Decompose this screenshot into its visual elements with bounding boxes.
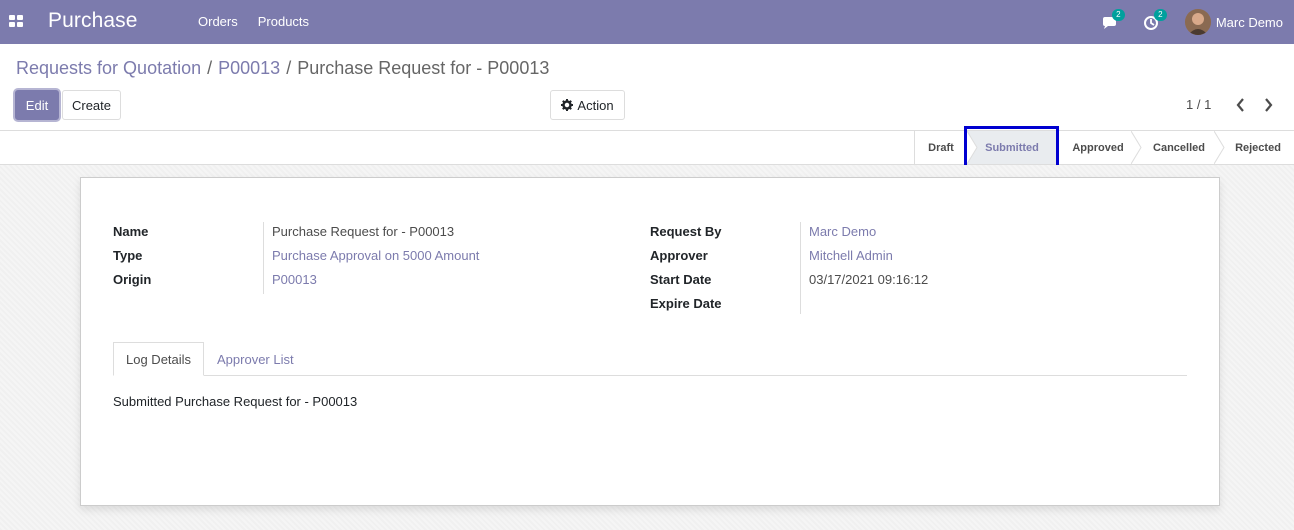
form-sheet: Name Type Origin Purchase Request for - … [80,177,1220,506]
stage-arrow [1214,131,1225,164]
activities-menu[interactable]: 2 [1143,9,1167,32]
chevron-left-icon [1236,98,1244,112]
stage-cancelled[interactable]: Cancelled [1139,131,1219,164]
request-by-label: Request By [650,224,722,239]
start-date-label: Start Date [650,272,712,287]
activities-badge: 2 [1153,9,1167,21]
breadcrumb-separator: / [286,58,292,78]
messages-menu[interactable]: 2 [1101,9,1125,32]
action-button[interactable]: Action [550,90,625,120]
stage-rejected[interactable]: Rejected [1222,131,1294,164]
tab-log-details[interactable]: Log Details [113,342,205,376]
breadcrumb: Requests for Quotation / P00013 / Purcha… [16,58,549,79]
origin-value[interactable]: P00013 [272,272,317,287]
stage-arrow [1131,131,1142,164]
pager-next-button[interactable] [1261,96,1277,114]
request-by-value[interactable]: Marc Demo [809,224,876,239]
create-button[interactable]: Create [62,90,121,120]
avatar [1184,9,1211,35]
stage-approved[interactable]: Approved [1059,131,1137,164]
log-details-content: Submitted Purchase Request for - P00013 [113,394,358,409]
pager-value[interactable]: 1 / 1 [1186,97,1211,112]
gear-icon [561,99,574,111]
chevron-right-icon [1265,98,1273,112]
breadcrumb-current: Purchase Request for - P00013 [297,58,550,78]
user-menu[interactable]: Marc Demo [1184,9,1283,35]
origin-label: Origin [113,272,152,287]
right-group-divider [800,222,801,314]
approver-value[interactable]: Mitchell Admin [809,248,893,263]
main-menu: Orders Products [198,14,309,29]
tab-approver-list[interactable]: Approver List [205,342,306,376]
pager-previous-button[interactable] [1233,96,1249,114]
stage-draft[interactable]: Draft [915,131,967,164]
start-date-value: 03/17/2021 09:16:12 [809,272,929,287]
breadcrumb-parent[interactable]: Requests for Quotation [16,58,201,79]
type-label: Type [113,248,143,263]
breadcrumb-separator: / [207,58,213,78]
edit-button[interactable]: Edit [15,90,59,120]
name-value: Purchase Request for - P00013 [272,224,455,239]
type-value[interactable]: Purchase Approval on 5000 Amount [272,248,479,263]
top-navbar: Purchase Orders Products 2 2 Marc Demo [0,0,1294,44]
statusbar: Draft Submitted Approved Cancelled Rejec… [0,130,1294,165]
expire-date-label: Expire Date [650,296,722,311]
apps-menu-icon[interactable] [9,15,23,27]
messages-badge: 2 [1111,9,1125,21]
approver-label: Approver [650,248,708,263]
left-group-divider [263,222,264,294]
user-name: Marc Demo [1215,14,1283,30]
name-label: Name [113,224,149,239]
breadcrumb-record[interactable]: P00013 [218,58,280,79]
systray: 2 2 Marc Demo [1101,0,1294,44]
menu-item-products[interactable]: Products [258,14,309,29]
menu-item-orders[interactable]: Orders [198,14,238,29]
app-name[interactable]: Purchase [48,9,138,33]
highlight-box [964,126,1059,169]
action-button-label: Action [577,97,614,113]
